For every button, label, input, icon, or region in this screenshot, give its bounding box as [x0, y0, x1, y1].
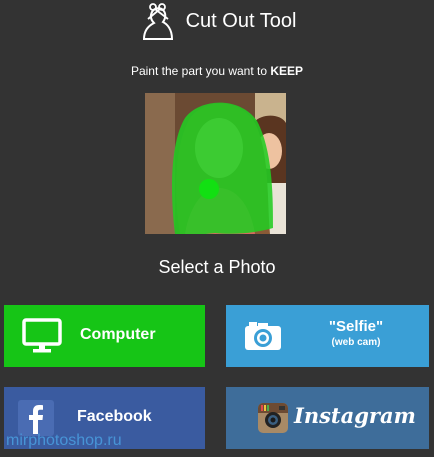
camera-icon — [245, 322, 281, 350]
computer-button[interactable]: Computer — [4, 305, 205, 367]
instruction-text: Paint the part you want to KEEP — [0, 64, 434, 78]
selfie-label-group: "Selfie" (web cam) — [296, 318, 416, 348]
instagram-icon — [258, 403, 288, 433]
app-header: Cut Out Tool — [0, 0, 434, 42]
facebook-icon — [18, 400, 54, 436]
monitor-icon — [22, 318, 62, 353]
instagram-button-label: Instagram — [294, 403, 416, 428]
selfie-webcam-button[interactable]: "Selfie" (web cam) — [226, 305, 429, 367]
facebook-button-label: Facebook — [77, 408, 152, 425]
watermark-text: mirphotoshop.ru — [6, 432, 122, 449]
example-preview-image — [145, 93, 286, 234]
app-title: Cut Out Tool — [185, 9, 297, 32]
selfie-button-sublabel: (web cam) — [331, 337, 381, 348]
instagram-button[interactable]: Instagram — [226, 387, 429, 449]
instruction-emphasis: KEEP — [270, 64, 304, 78]
selfie-button-label: "Selfie" — [328, 318, 384, 335]
instruction-label: Paint the part you want to — [130, 64, 271, 78]
scissors-head-icon — [142, 3, 173, 40]
select-photo-heading: Select a Photo — [158, 257, 276, 277]
computer-button-label: Computer — [80, 326, 156, 343]
brush-cursor — [199, 179, 219, 199]
